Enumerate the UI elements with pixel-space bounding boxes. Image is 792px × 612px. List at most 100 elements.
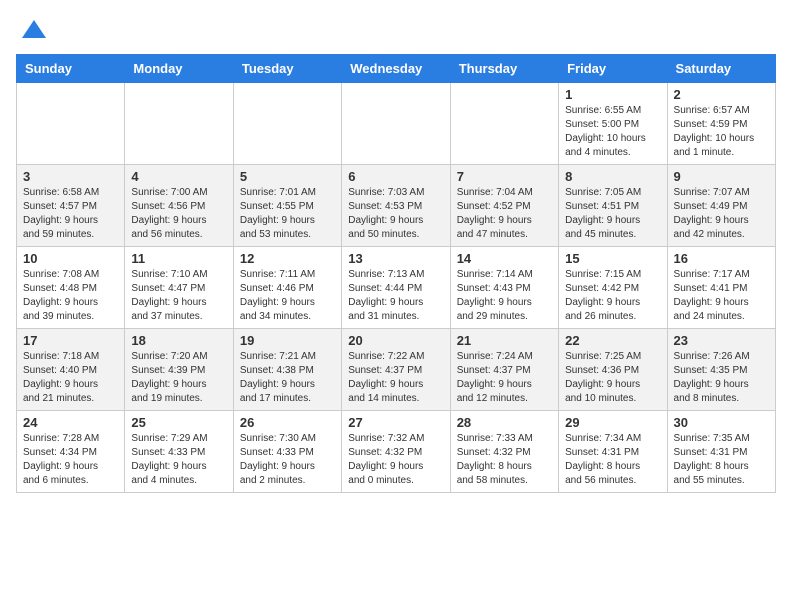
day-info: Sunrise: 7:22 AM Sunset: 4:37 PM Dayligh… xyxy=(348,350,443,406)
calendar-cell xyxy=(342,83,450,165)
calendar-cell: 28 Sunrise: 7:33 AM Sunset: 4:32 PM Dayli… xyxy=(450,411,558,493)
day-number: 8 xyxy=(565,169,660,184)
day-number: 23 xyxy=(674,333,769,348)
calendar-weekday-wednesday: Wednesday xyxy=(342,55,450,83)
day-number: 13 xyxy=(348,251,443,266)
calendar-weekday-thursday: Thursday xyxy=(450,55,558,83)
calendar-cell: 6Sunrise: 7:03 AM Sunset: 4:53 PM Daylig… xyxy=(342,165,450,247)
day-number: 20 xyxy=(348,333,443,348)
calendar-cell: 21 Sunrise: 7:24 AM Sunset: 4:37 PM Dayli… xyxy=(450,329,558,411)
calendar-cell: 19Sunrise: 7:21 AM Sunset: 4:38 PM Dayli… xyxy=(233,329,341,411)
calendar-week-row: 1 Sunrise: 6:55 AM Sunset: 5:00 PM Daylig… xyxy=(17,83,776,165)
day-number: 16 xyxy=(674,251,769,266)
day-info: Sunrise: 7:05 AM Sunset: 4:51 PM Dayligh… xyxy=(565,186,660,242)
day-info: Sunrise: 7:04 AM Sunset: 4:52 PM Dayligh… xyxy=(457,186,552,242)
calendar-cell: 9 Sunrise: 7:07 AM Sunset: 4:49 PM Daylig… xyxy=(667,165,775,247)
calendar-cell: 29Sunrise: 7:34 AM Sunset: 4:31 PM Dayli… xyxy=(559,411,667,493)
logo-icon xyxy=(20,16,48,44)
day-info: Sunrise: 7:33 AM Sunset: 4:32 PM Dayligh… xyxy=(457,432,552,488)
day-info: Sunrise: 7:08 AM Sunset: 4:48 PM Dayligh… xyxy=(23,268,118,324)
day-info: Sunrise: 7:20 AM Sunset: 4:39 PM Dayligh… xyxy=(131,350,226,406)
header xyxy=(16,16,776,44)
day-number: 11 xyxy=(131,251,226,266)
day-number: 22 xyxy=(565,333,660,348)
calendar-cell: 12Sunrise: 7:11 AM Sunset: 4:46 PM Dayli… xyxy=(233,247,341,329)
calendar-cell: 23 Sunrise: 7:26 AM Sunset: 4:35 PM Dayli… xyxy=(667,329,775,411)
calendar-week-row: 17 Sunrise: 7:18 AM Sunset: 4:40 PM Dayli… xyxy=(17,329,776,411)
day-number: 4 xyxy=(131,169,226,184)
day-number: 17 xyxy=(23,333,118,348)
day-info: Sunrise: 7:35 AM Sunset: 4:31 PM Dayligh… xyxy=(674,432,769,488)
calendar-cell xyxy=(125,83,233,165)
day-number: 5 xyxy=(240,169,335,184)
calendar-weekday-monday: Monday xyxy=(125,55,233,83)
calendar-cell: 20 Sunrise: 7:22 AM Sunset: 4:37 PM Dayli… xyxy=(342,329,450,411)
calendar-header-row: SundayMondayTuesdayWednesdayThursdayFrid… xyxy=(17,55,776,83)
calendar-cell: 17 Sunrise: 7:18 AM Sunset: 4:40 PM Dayli… xyxy=(17,329,125,411)
day-info: Sunrise: 7:25 AM Sunset: 4:36 PM Dayligh… xyxy=(565,350,660,406)
calendar-cell: 13 Sunrise: 7:13 AM Sunset: 4:44 PM Dayli… xyxy=(342,247,450,329)
day-info: Sunrise: 7:15 AM Sunset: 4:42 PM Dayligh… xyxy=(565,268,660,324)
day-info: Sunrise: 7:32 AM Sunset: 4:32 PM Dayligh… xyxy=(348,432,443,488)
calendar-cell: 10 Sunrise: 7:08 AM Sunset: 4:48 PM Dayli… xyxy=(17,247,125,329)
calendar-cell: 8 Sunrise: 7:05 AM Sunset: 4:51 PM Daylig… xyxy=(559,165,667,247)
day-number: 27 xyxy=(348,415,443,430)
calendar-cell xyxy=(450,83,558,165)
day-number: 28 xyxy=(457,415,552,430)
day-number: 18 xyxy=(131,333,226,348)
day-info: Sunrise: 7:21 AM Sunset: 4:38 PM Dayligh… xyxy=(240,350,335,406)
day-number: 15 xyxy=(565,251,660,266)
calendar-cell: 24Sunrise: 7:28 AM Sunset: 4:34 PM Dayli… xyxy=(17,411,125,493)
calendar-table: SundayMondayTuesdayWednesdayThursdayFrid… xyxy=(16,54,776,493)
day-info: Sunrise: 7:10 AM Sunset: 4:47 PM Dayligh… xyxy=(131,268,226,324)
day-number: 21 xyxy=(457,333,552,348)
day-number: 24 xyxy=(23,415,118,430)
day-number: 26 xyxy=(240,415,335,430)
day-number: 30 xyxy=(674,415,769,430)
calendar-cell: 26 Sunrise: 7:30 AM Sunset: 4:33 PM Dayli… xyxy=(233,411,341,493)
day-info: Sunrise: 7:17 AM Sunset: 4:41 PM Dayligh… xyxy=(674,268,769,324)
day-number: 1 xyxy=(565,87,660,102)
calendar-cell: 15 Sunrise: 7:15 AM Sunset: 4:42 PM Dayli… xyxy=(559,247,667,329)
day-number: 7 xyxy=(457,169,552,184)
calendar-cell: 5 Sunrise: 7:01 AM Sunset: 4:55 PM Daylig… xyxy=(233,165,341,247)
calendar-cell: 22 Sunrise: 7:25 AM Sunset: 4:36 PM Dayli… xyxy=(559,329,667,411)
calendar-weekday-friday: Friday xyxy=(559,55,667,83)
day-info: Sunrise: 7:29 AM Sunset: 4:33 PM Dayligh… xyxy=(131,432,226,488)
calendar-cell: 4Sunrise: 7:00 AM Sunset: 4:56 PM Daylig… xyxy=(125,165,233,247)
day-info: Sunrise: 7:13 AM Sunset: 4:44 PM Dayligh… xyxy=(348,268,443,324)
day-info: Sunrise: 6:55 AM Sunset: 5:00 PM Dayligh… xyxy=(565,104,660,160)
calendar-weekday-tuesday: Tuesday xyxy=(233,55,341,83)
calendar-cell: 25 Sunrise: 7:29 AM Sunset: 4:33 PM Dayli… xyxy=(125,411,233,493)
day-info: Sunrise: 7:24 AM Sunset: 4:37 PM Dayligh… xyxy=(457,350,552,406)
calendar-week-row: 10 Sunrise: 7:08 AM Sunset: 4:48 PM Dayli… xyxy=(17,247,776,329)
calendar-cell: 27 Sunrise: 7:32 AM Sunset: 4:32 PM Dayli… xyxy=(342,411,450,493)
calendar-weekday-sunday: Sunday xyxy=(17,55,125,83)
day-info: Sunrise: 7:30 AM Sunset: 4:33 PM Dayligh… xyxy=(240,432,335,488)
calendar-cell: 14 Sunrise: 7:14 AM Sunset: 4:43 PM Dayli… xyxy=(450,247,558,329)
calendar-cell: 16 Sunrise: 7:17 AM Sunset: 4:41 PM Dayli… xyxy=(667,247,775,329)
day-info: Sunrise: 7:18 AM Sunset: 4:40 PM Dayligh… xyxy=(23,350,118,406)
calendar-cell: 30 Sunrise: 7:35 AM Sunset: 4:31 PM Dayli… xyxy=(667,411,775,493)
day-info: Sunrise: 7:26 AM Sunset: 4:35 PM Dayligh… xyxy=(674,350,769,406)
day-info: Sunrise: 7:07 AM Sunset: 4:49 PM Dayligh… xyxy=(674,186,769,242)
day-number: 12 xyxy=(240,251,335,266)
day-number: 3 xyxy=(23,169,118,184)
calendar-cell xyxy=(233,83,341,165)
day-number: 29 xyxy=(565,415,660,430)
calendar-cell: 3Sunrise: 6:58 AM Sunset: 4:57 PM Daylig… xyxy=(17,165,125,247)
calendar-cell: 11 Sunrise: 7:10 AM Sunset: 4:47 PM Dayli… xyxy=(125,247,233,329)
calendar-weekday-saturday: Saturday xyxy=(667,55,775,83)
day-number: 10 xyxy=(23,251,118,266)
day-number: 25 xyxy=(131,415,226,430)
day-info: Sunrise: 6:57 AM Sunset: 4:59 PM Dayligh… xyxy=(674,104,769,160)
day-info: Sunrise: 7:14 AM Sunset: 4:43 PM Dayligh… xyxy=(457,268,552,324)
day-number: 6 xyxy=(348,169,443,184)
calendar-cell: 1 Sunrise: 6:55 AM Sunset: 5:00 PM Daylig… xyxy=(559,83,667,165)
day-number: 14 xyxy=(457,251,552,266)
calendar-week-row: 3Sunrise: 6:58 AM Sunset: 4:57 PM Daylig… xyxy=(17,165,776,247)
day-info: Sunrise: 7:01 AM Sunset: 4:55 PM Dayligh… xyxy=(240,186,335,242)
calendar-cell: 2Sunrise: 6:57 AM Sunset: 4:59 PM Daylig… xyxy=(667,83,775,165)
calendar-cell: 18 Sunrise: 7:20 AM Sunset: 4:39 PM Dayli… xyxy=(125,329,233,411)
day-number: 9 xyxy=(674,169,769,184)
